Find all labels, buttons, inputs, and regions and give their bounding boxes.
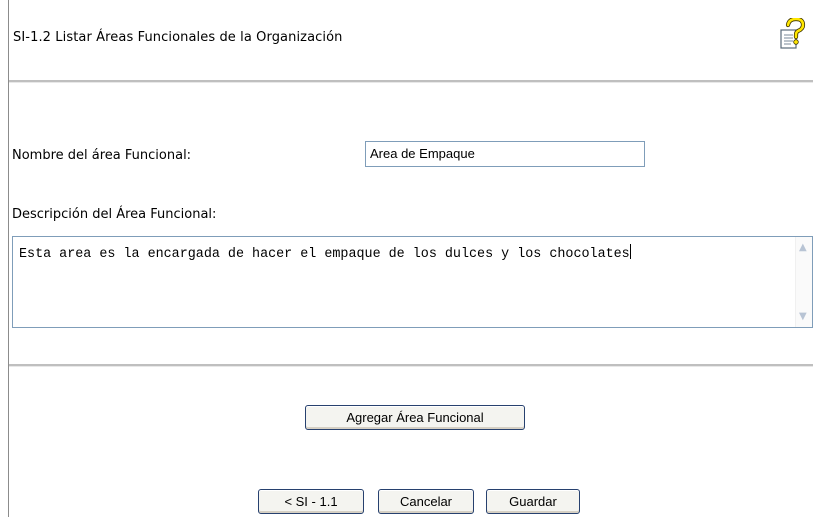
- description-label: Descripción del Área Funcional:: [12, 207, 217, 222]
- description-text: Esta area es la encargada de hacer el em…: [19, 244, 789, 264]
- cancel-button[interactable]: Cancelar: [378, 489, 474, 514]
- description-textarea[interactable]: Esta area es la encargada de hacer el em…: [12, 236, 813, 328]
- text-caret: [629, 244, 631, 259]
- name-label: Nombre del área Funcional:: [12, 148, 192, 163]
- back-button[interactable]: < SI - 1.1: [258, 489, 364, 514]
- textarea-scrollbar[interactable]: ▲ ▼: [795, 237, 812, 327]
- title-bar: SI-1.2 Listar Áreas Funcionales de la Or…: [9, 0, 813, 82]
- help-question-icon[interactable]: [774, 16, 808, 52]
- page-title: SI-1.2 Listar Áreas Funcionales de la Or…: [13, 30, 343, 45]
- save-button[interactable]: Guardar: [486, 489, 580, 514]
- form-separator: [9, 364, 813, 367]
- scroll-down-icon[interactable]: ▼: [799, 312, 807, 322]
- area-name-input[interactable]: Area de Empaque: [365, 141, 645, 167]
- scroll-up-icon[interactable]: ▲: [799, 243, 807, 253]
- add-area-button[interactable]: Agregar Área Funcional: [305, 405, 525, 430]
- header-separator: [9, 80, 813, 83]
- form-panel: SI-1.2 Listar Áreas Funcionales de la Or…: [0, 0, 813, 517]
